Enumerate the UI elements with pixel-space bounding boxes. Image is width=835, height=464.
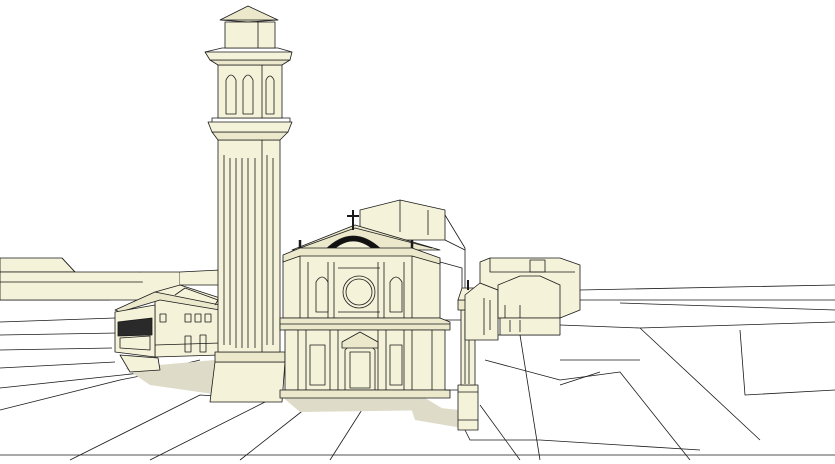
bell-tower bbox=[204, 5, 293, 403]
side-building-right bbox=[464, 257, 581, 341]
3d-model-viewport[interactable] bbox=[0, 0, 835, 464]
church-model-render bbox=[0, 5, 835, 461]
